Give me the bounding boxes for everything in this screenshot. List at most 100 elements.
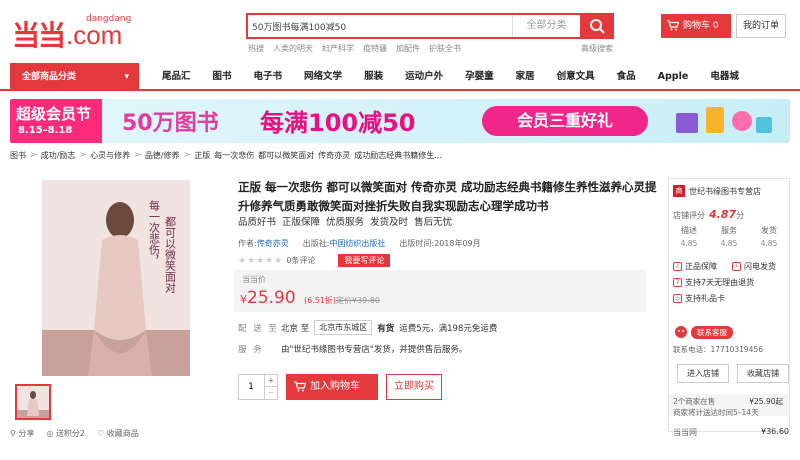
gift-points-label: 送积分2 — [55, 429, 86, 438]
quantity-minus-button[interactable]: − — [264, 387, 277, 399]
write-review-button[interactable]: 我要写评论 — [338, 254, 391, 267]
store-name[interactable]: 世纪书缘图书专营店 — [689, 186, 761, 197]
product-thumbnail[interactable] — [15, 384, 51, 420]
product-cover-image[interactable]: 每一次悲伤， 都可以微笑面对 — [42, 180, 190, 376]
hot-search-words: 热搜 人类的明天 妇产科学 疫特疆 加配件 护肤全书 — [248, 43, 461, 54]
slogan-item: 优质服务 — [326, 217, 365, 228]
publisher-link[interactable]: 中国纺织出版社 — [329, 239, 385, 248]
quantity-stepper: + − — [238, 374, 278, 400]
cover-title-line1: 每一次悲伤， — [148, 199, 161, 266]
nav-item[interactable]: Apple — [658, 63, 689, 91]
nav-item[interactable]: 家居 — [516, 63, 535, 91]
favorite-store-button[interactable]: 收藏店铺 — [737, 364, 789, 383]
dangdang-offer[interactable]: 当当网 ¥36.60 — [673, 427, 789, 438]
gift-points-button[interactable]: ◎ 送积分2 — [46, 428, 85, 439]
breadcrumb-item[interactable]: 品德/修养 — [145, 150, 180, 161]
advanced-search-link[interactable]: 高级搜索 — [581, 43, 613, 54]
favorite-button[interactable]: ♡ 收藏商品 — [97, 428, 139, 439]
review-count[interactable]: 0条评论 — [286, 255, 315, 266]
pubtime-label: 出版时间: — [399, 239, 435, 248]
nav-item[interactable]: 网络文学 — [304, 63, 342, 91]
nav-item[interactable]: 服装 — [364, 63, 383, 91]
product-meta: 作者:传奇亦灵 出版社:中国纺织出版社 出版时间:2018年09月 — [238, 238, 481, 249]
banner-member-gift: 会员三重好礼 — [482, 106, 648, 136]
shipping-label: 配 送 至 — [238, 323, 279, 334]
hot-word: 热搜 — [248, 44, 264, 53]
all-categories-label: 全部商品分类 — [22, 72, 77, 82]
breadcrumb-item[interactable]: 心灵与修养 — [90, 150, 130, 161]
hot-word[interactable]: 妇产科学 — [322, 43, 354, 54]
promo-banner[interactable]: 超级会员节 8.15–8.18 50万图书 每满100减50 会员三重好礼 — [10, 99, 790, 143]
banner-text-discount: 每满100减50 — [260, 109, 416, 137]
contact-service-button[interactable]: 联系客服 — [673, 325, 733, 339]
store-features: ✓ 正品保障 ⚡ 闪电发货 7 支持7天无理由退货 ◇ 支持礼品卡 — [673, 261, 789, 304]
hot-word[interactable]: 护肤全书 — [429, 43, 461, 54]
store-actions: 进入店铺 收藏店铺 — [677, 364, 789, 383]
slogan-item: 品质好书 — [238, 217, 277, 228]
product-page: 当当 dangdang .com 全部分类 热搜 人类的明天 妇产科学 疫特疆 … — [0, 0, 800, 460]
nav-item[interactable]: 图书 — [213, 63, 232, 91]
dangdang-offer-price: ¥36.60 — [761, 427, 789, 436]
quantity-input[interactable] — [241, 380, 261, 394]
search-icon — [590, 19, 605, 34]
share-button[interactable]: ⚲ 分享 — [10, 428, 34, 439]
nav-item[interactable]: 尾品汇 — [162, 63, 191, 91]
breadcrumb-item: 正版 — [194, 151, 211, 160]
search-button[interactable] — [580, 13, 614, 39]
feature-item: ◇ 支持礼品卡 — [673, 293, 789, 304]
stock-status: 有货 — [377, 323, 395, 334]
store-score-label: 店铺评分 — [673, 211, 705, 220]
all-categories-menu[interactable]: 全部商品分类 ▾ — [10, 63, 139, 91]
nav-item[interactable]: 食品 — [617, 63, 636, 91]
other-sellers[interactable]: 2个商家在售 ¥25.90起 商家将计送达时间5–14天 — [669, 394, 789, 417]
shipping-address-select[interactable]: 北京市东城区 — [314, 320, 373, 335]
score-col-label: 服务 — [721, 226, 737, 235]
score-col-value: 4.85 — [720, 239, 738, 248]
author-link[interactable]: 传奇亦灵 — [257, 239, 289, 248]
original-price: 定价¥39.80 — [336, 296, 380, 305]
banner-text-books: 50万图书 — [122, 111, 219, 136]
price-box: 当当价 ¥25.90 (6.51折) 定价¥39.80 — [234, 270, 646, 312]
store-score-unit: 分 — [736, 211, 745, 220]
nav-item[interactable]: 孕婴童 — [465, 63, 494, 91]
breadcrumb: 图书 > 成功/励志 > 心灵与修养 > 品德/修养 > 正版 每一次悲伤 都可以微笑面… — [10, 150, 442, 161]
store-icon: 商 — [673, 185, 685, 197]
feature-item: 7 支持7天无理由退货 — [673, 277, 789, 288]
breadcrumb-separator: > — [183, 150, 191, 159]
feature-label: 支持礼品卡 — [685, 294, 725, 303]
store-header[interactable]: 商 世纪书缘图书专营店 — [673, 185, 761, 197]
nav-item[interactable]: 运动户外 — [405, 63, 443, 91]
buy-now-button[interactable]: 立即购买 — [386, 374, 442, 400]
service-text: 由"世纪书缘图书专营店"发货，并提供售后服务。 — [281, 345, 468, 355]
nav-item[interactable]: 创意文具 — [557, 63, 595, 91]
search-category-select[interactable]: 全部分类 — [512, 15, 580, 37]
service-label: 服 务 — [238, 345, 264, 355]
hot-word[interactable]: 人类的明天 — [273, 43, 313, 54]
nav-item[interactable]: 电子书 — [254, 63, 283, 91]
logo-mark: 当当 — [12, 19, 66, 52]
chevron-down-icon: ▾ — [124, 72, 129, 82]
hot-word[interactable]: 疫特疆 — [363, 43, 387, 54]
hot-word[interactable]: 加配件 — [396, 43, 420, 54]
quantity-plus-button[interactable]: + — [264, 375, 277, 387]
pubtime-value: 2018年09月 — [434, 239, 481, 248]
slogan-item: 正版保障 — [282, 217, 321, 228]
feature-label: 正品保障 — [685, 262, 717, 271]
rating-row: ★★★★★ 0条评论 我要写评论 — [238, 254, 391, 267]
score-col-label: 发货 — [761, 226, 777, 235]
nav-item[interactable]: 电器城 — [710, 63, 739, 91]
cart-button[interactable]: 购物车 0 — [661, 14, 731, 38]
discount-rate: (6.51折) — [304, 296, 337, 305]
service-mascot-icon — [675, 326, 687, 338]
dangdang-logo[interactable]: 当当 dangdang .com — [12, 8, 162, 52]
enter-store-button[interactable]: 进入店铺 — [677, 364, 729, 383]
breadcrumb-item[interactable]: 成功/励志 — [41, 150, 76, 161]
price-label: 当当价 — [242, 275, 266, 284]
add-to-cart-button[interactable]: 加入购物车 — [286, 374, 378, 400]
score-col: 服务 4.85 — [709, 225, 749, 248]
main-nav: 全部商品分类 ▾ 尾品汇 图书 电子书 网络文学 服装 运动户外 孕婴童 家居 … — [0, 63, 800, 91]
search-input[interactable] — [252, 18, 502, 34]
genuine-icon: ✓ — [673, 262, 682, 271]
my-orders-button[interactable]: 我的订单 — [736, 14, 786, 38]
breadcrumb-item[interactable]: 图书 — [10, 150, 26, 161]
